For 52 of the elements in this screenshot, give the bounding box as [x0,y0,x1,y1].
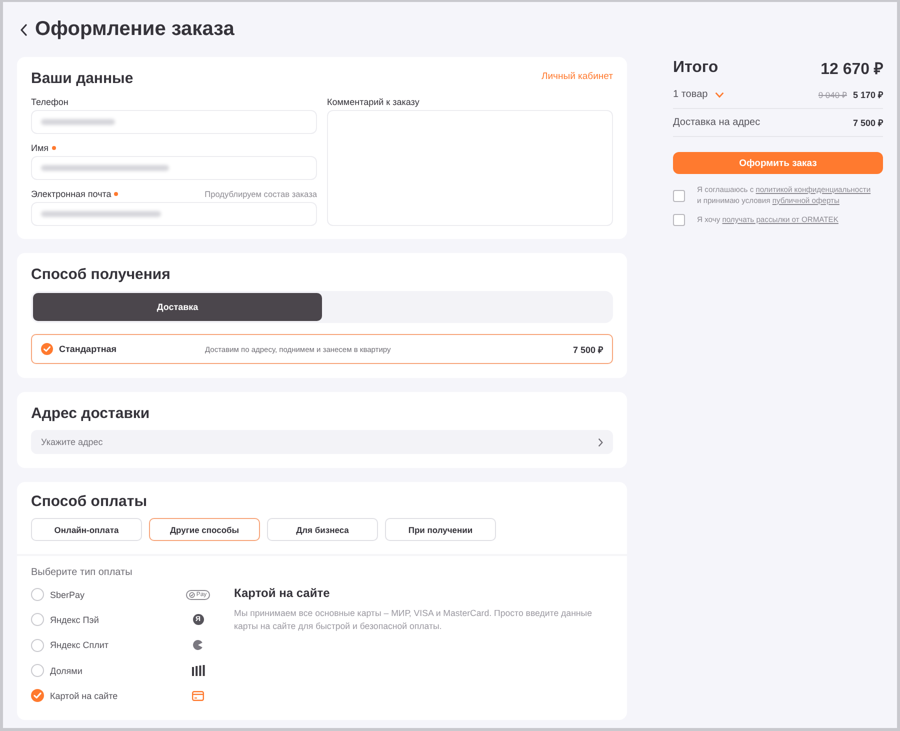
chevron-right-icon [598,438,603,446]
method-title: Картой на сайте [234,586,330,600]
page-title: Оформление заказа [35,18,234,41]
back-icon[interactable] [20,24,27,36]
address-placeholder: Укажите адрес [41,437,103,447]
items-price: 5 170 ₽ [852,89,883,101]
payment-method-label[interactable]: SberPay [50,590,85,600]
tick-icon [32,690,43,702]
radio-button[interactable] [31,638,44,652]
payment-method-label[interactable]: Долями [50,666,82,676]
payment-method-label[interactable]: Яндекс Сплит [50,640,109,650]
section-title: Адрес доставки [31,404,150,424]
checkbox[interactable] [673,214,685,226]
payment-method-label[interactable]: Картой на сайте [50,690,118,701]
pie-icon [193,640,203,650]
radio-button[interactable] [31,689,44,702]
field-label: Электронная почта [31,189,112,199]
payment-tab[interactable]: При получении [385,518,496,541]
input-field[interactable] [31,202,317,226]
summary-title: Итого [673,59,718,77]
option-name: Стандартная [59,344,117,354]
items-toggle[interactable]: 1 товар [673,89,724,100]
address-field[interactable]: Укажите адрес [31,430,613,454]
section-title: Ваши данные [31,69,134,89]
old-price: 9 040 ₽ [818,89,847,100]
radio-button[interactable] [31,588,44,602]
input-field[interactable] [31,110,317,134]
radio-button[interactable] [41,343,53,355]
radio-button[interactable] [31,664,44,678]
credit-card-icon [192,690,204,701]
input-field[interactable] [31,156,317,180]
section-title: Способ получения [31,265,170,285]
payment-method-label[interactable]: Яндекс Пэй [50,614,99,625]
field-hint: Продублируем состав заказа [204,189,317,199]
field-label: Имя [31,143,49,153]
checkbox[interactable] [673,190,685,202]
option-price: 7 500 ₽ [572,344,603,356]
delivery-price: 7 500 ₽ [852,117,883,129]
field-label: Комментарий к заказу [327,97,420,107]
field-label: Телефон [31,97,68,107]
delivery-mode-tab[interactable]: Доставка [33,293,322,321]
payment-tab[interactable]: Другие способы [149,518,260,541]
payment-tab[interactable]: Онлайн-оплата [31,518,142,541]
summary-total: 12 670 ₽ [820,60,883,79]
radio-button[interactable] [31,613,44,626]
payment-prompt: Выберите тип оплаты [31,567,132,578]
payment-tab[interactable]: Для бизнеса [267,518,378,541]
section-title: Способ оплаты [31,492,148,512]
delivery-label: Доставка на адрес [673,117,760,128]
method-description: Мы принимаем все основные карты – МИР, VISA и MasterCard. Просто введите данные карты на сайте для быстрой и безопасной оплаты. [234,607,594,633]
bars-icon [192,665,204,676]
tick-icon [42,344,52,354]
